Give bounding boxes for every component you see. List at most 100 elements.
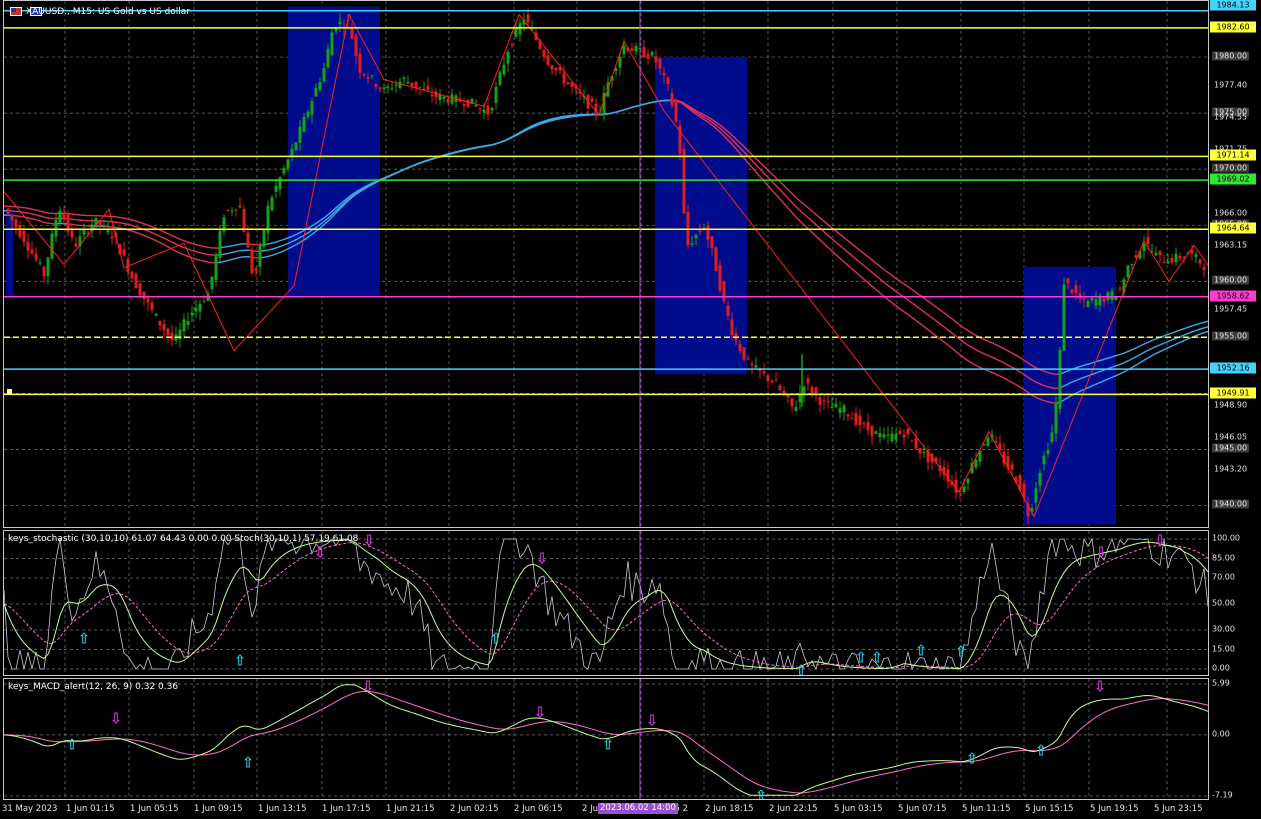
candle-body (838, 408, 842, 413)
candle-body (378, 87, 382, 89)
candle-body (690, 243, 694, 245)
price-chart-pane[interactable]: XAUUSD., M15: US Gold vs US dollar (3, 0, 1209, 528)
macd-pane[interactable]: keys_MACD_alert(12, 26, 9) 0.32 0.36 ⇧ ⇩ ⇧… (3, 678, 1209, 800)
time-tick-label: 1 Jun 13:15 (258, 804, 307, 814)
candle-body (202, 300, 206, 302)
stochastic-pane[interactable]: keys_stochastic (30,10,10) 61.07 64.43 0… (3, 530, 1209, 676)
candle-body (186, 321, 190, 325)
time-tick-label: 2 Jun 22:15 (769, 804, 818, 814)
candle-body (50, 233, 54, 259)
candle-body (30, 249, 34, 254)
stochastic-tick-label: 0.00 (1212, 663, 1230, 673)
candle-body (1158, 250, 1162, 256)
candle-body (802, 386, 806, 395)
stochastic-axis[interactable]: 100.00 85.00 70.00 50.00 30.00 15.00 0.00 (1209, 530, 1261, 676)
candle-body (14, 219, 18, 228)
arrow-up-icon: ⇧ (77, 629, 91, 648)
candle-body (818, 397, 822, 405)
candle-body (10, 215, 14, 221)
candle-body (1070, 289, 1074, 294)
candle-body (498, 72, 502, 85)
candle-body (1190, 250, 1194, 254)
candle-body (102, 224, 106, 226)
candle-body (694, 234, 698, 239)
candle-body (58, 210, 62, 223)
candle-body (110, 236, 114, 239)
candle-body (182, 319, 186, 332)
arrow-down-icon: ⇩ (361, 678, 375, 696)
candle-body (226, 210, 230, 212)
price-tick-label: 1977.40 (1214, 80, 1248, 90)
candle-body (26, 241, 30, 251)
trading-terminal: XAUUSD., M15: US Gold vs US dollar keys_… (0, 0, 1261, 819)
candle-body (1174, 253, 1178, 262)
candle-body (314, 88, 318, 97)
candle-body (62, 212, 66, 220)
candle-body (1086, 301, 1090, 307)
candle-body (166, 328, 170, 336)
candle-body (198, 303, 202, 312)
candle-body (1130, 264, 1134, 266)
candle-body (814, 387, 818, 395)
session-box (1024, 266, 1116, 525)
price-tick-label: 1963.15 (1214, 240, 1248, 250)
crosshair-time-label: 2023.06.02 14:00 (598, 803, 678, 814)
time-tick-label: 5 Jun 11:15 (962, 804, 1011, 814)
candle-body (566, 82, 570, 85)
candle-body (850, 418, 854, 420)
arrow-up-icon: ⇧ (954, 642, 968, 661)
candle-body (722, 281, 726, 302)
price-axis[interactable]: 1980.00 1977.40 1975.00 1974.55 1971.75 1970.… (1209, 0, 1261, 528)
candle-body (362, 74, 366, 76)
candle-body (22, 230, 26, 243)
candle-body (810, 387, 814, 394)
macd-axis[interactable]: 5.99 0.00 -7.19 (1209, 678, 1261, 800)
level-handle[interactable] (7, 389, 12, 394)
candle-body (550, 65, 554, 70)
candle-body (1062, 284, 1066, 351)
chart-type-icon[interactable] (10, 7, 22, 16)
candle-body (666, 77, 670, 85)
time-tick-label: 1 Jun 09:15 (194, 804, 243, 814)
time-tick-label: 2 Jun 02:15 (450, 804, 499, 814)
candle-body (190, 312, 194, 316)
candle-body (294, 142, 298, 151)
candle-body (1074, 285, 1078, 294)
candle-body (130, 272, 134, 279)
stochastic-title: keys_stochastic (30,10,10) 61.07 64.43 0… (8, 534, 359, 544)
time-tick-label: 5 Jun 03:15 (834, 804, 883, 814)
candle-body (510, 44, 514, 46)
candle-body (210, 276, 214, 289)
candle-body (142, 291, 146, 299)
candle-body (630, 48, 634, 52)
candle-body (662, 72, 666, 76)
stochastic-tick-label: 70.00 (1212, 572, 1235, 582)
arrow-down-icon: ⇩ (1153, 531, 1167, 550)
time-tick-label: 1 Jun 01:15 (66, 804, 115, 814)
candle-body (286, 159, 290, 169)
candle-body (514, 27, 518, 37)
candle-body (750, 363, 754, 366)
candle-body (674, 100, 678, 122)
candle-body (434, 91, 438, 98)
candle-body (1094, 299, 1098, 306)
candle-body (34, 253, 38, 260)
stochastic-tick-label: 50.00 (1212, 598, 1235, 608)
candle-body (254, 268, 258, 271)
time-tick-label: 1 Jun 05:15 (130, 804, 179, 814)
candle-body (466, 99, 470, 107)
candle-body (766, 375, 770, 381)
candle-body (914, 438, 918, 449)
candle-body (622, 45, 626, 55)
arrow-up-icon: ⇧ (870, 648, 884, 667)
arrow-up-icon: ⇧ (854, 648, 868, 667)
candle-body (826, 401, 830, 403)
time-tick-label: 5 Jun 19:15 (1090, 804, 1139, 814)
price-level-tag: 1964.64 (1210, 222, 1256, 234)
candle-body (962, 486, 966, 493)
candle-body (754, 365, 758, 368)
candle-body (6, 208, 10, 214)
price-level-tag: 1958.62 (1210, 290, 1256, 302)
candle-body (282, 168, 286, 174)
arrow-down-icon: ⇩ (1093, 678, 1107, 696)
